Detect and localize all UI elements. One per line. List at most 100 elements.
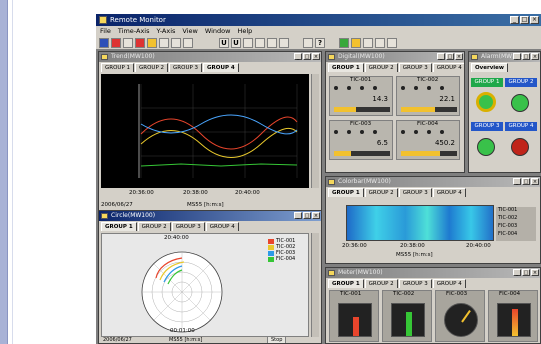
digital-tabs: GROUP 1 GROUP 2 GROUP 3 GROUP 4 — [326, 63, 464, 72]
meter-window[interactable]: Meter(MW100) _ □ × GROUP 1 GROUP 2 GROUP 3… — [325, 267, 541, 344]
tab-group-1[interactable]: GROUP 1 — [328, 279, 364, 288]
alarm-lamp-3[interactable] — [477, 138, 495, 156]
tab-group-1[interactable]: GROUP 1 — [101, 63, 135, 72]
tab-group-4[interactable]: GROUP 4 — [432, 188, 466, 197]
maximize-button[interactable]: □ — [522, 178, 530, 185]
toolbar-graph-icon[interactable] — [339, 37, 349, 48]
circle-window-title-bar[interactable]: Circle(MW100) _ □ × — [99, 211, 321, 221]
toolbar-monitor-icon[interactable] — [171, 37, 181, 48]
toolbar-table-icon[interactable] — [303, 37, 313, 48]
close-button[interactable]: × — [531, 178, 539, 185]
circle-window[interactable]: Circle(MW100) _ □ × GROUP 1 GROUP 2 GROUP … — [98, 210, 322, 344]
colorbar-legend: TIC-001 TIC-002 FIC-003 FIC-004 — [496, 207, 536, 241]
digital-window-title-bar[interactable]: Digital(MW100) _ □ × — [326, 52, 464, 62]
meter-window-title-bar[interactable]: Meter(MW100) _ □ × — [326, 268, 540, 278]
colorbar-legend-4: FIC-004 — [498, 231, 518, 237]
menu-file[interactable]: File — [100, 26, 111, 36]
tab-group-1[interactable]: GROUP 1 — [101, 222, 137, 231]
menu-time-axis[interactable]: Time-Axis — [118, 26, 150, 36]
minimize-button[interactable]: _ — [437, 53, 445, 60]
minimize-button[interactable]: _ — [510, 16, 519, 24]
toolbar-record-icon[interactable] — [111, 37, 121, 48]
toolbar-print-icon[interactable] — [159, 37, 169, 48]
minimize-button[interactable]: _ — [513, 53, 521, 60]
trend-line-green — [140, 163, 298, 167]
trend-window-title-bar[interactable]: Trend(MW100) _ □ × — [99, 52, 321, 62]
tab-group-2[interactable]: GROUP 2 — [364, 188, 398, 197]
tab-group-3[interactable]: GROUP 3 — [169, 63, 203, 72]
tab-group-2[interactable]: GROUP 2 — [137, 222, 171, 231]
menu-view[interactable]: View — [182, 26, 197, 36]
digital-bar — [401, 107, 457, 112]
tab-group-2[interactable]: GROUP 2 — [364, 279, 398, 288]
toolbar-alarm-icon[interactable] — [135, 37, 145, 48]
meter-window-title: Meter(MW100) — [338, 269, 383, 276]
colorbar-window[interactable]: Colorbar(MW100) _ □ × GROUP 1 GROUP 2 GROU… — [325, 176, 541, 264]
close-button[interactable]: × — [312, 212, 320, 219]
tab-group-2[interactable]: GROUP 2 — [364, 63, 398, 72]
circle-stop-button[interactable]: Stop — [267, 336, 287, 343]
tab-group-4[interactable]: GROUP 4 — [205, 222, 239, 231]
alarm-window-title-bar[interactable]: Alarm(MW100) _ □ × — [469, 52, 540, 62]
close-button[interactable]: × — [530, 16, 539, 24]
maximize-button[interactable]: □ — [446, 53, 454, 60]
tab-overview[interactable]: Overview — [471, 63, 508, 72]
digital-lamps — [334, 130, 390, 136]
alarm-lamp-4[interactable] — [511, 138, 529, 156]
menu-window[interactable]: Window — [205, 26, 231, 36]
toolbar-display-icon[interactable] — [183, 37, 193, 48]
minimize-button[interactable]: _ — [513, 178, 521, 185]
toolbar-pause-icon[interactable] — [123, 37, 133, 48]
toolbar-settings-icon[interactable] — [375, 37, 385, 48]
minimize-button[interactable]: _ — [294, 53, 302, 60]
maximize-button[interactable]: □ — [303, 53, 311, 60]
digital-window[interactable]: Digital(MW100) _ □ × GROUP 1 GROUP 2 GROUP… — [325, 51, 465, 173]
alarm-lamp-2[interactable] — [511, 94, 529, 112]
tab-group-3[interactable]: GROUP 3 — [171, 222, 205, 231]
minimize-button[interactable]: _ — [294, 212, 302, 219]
close-button[interactable]: × — [455, 53, 463, 60]
toolbar-open-icon[interactable] — [99, 37, 109, 48]
menu-help[interactable]: Help — [237, 26, 252, 36]
toolbar-u-button[interactable]: U — [219, 37, 229, 48]
toolbar-u2-button[interactable]: U — [231, 37, 241, 48]
tab-group-3[interactable]: GROUP 3 — [398, 63, 432, 72]
maximize-button[interactable]: □ — [522, 269, 530, 276]
maximize-button[interactable]: □ — [303, 212, 311, 219]
tab-group-4[interactable]: GROUP 4 — [203, 63, 239, 72]
alarm-lamp-1[interactable] — [476, 92, 496, 112]
trend-scrollbar[interactable] — [311, 74, 319, 188]
colorbar-window-title-bar[interactable]: Colorbar(MW100) _ □ × — [326, 177, 540, 187]
menu-y-axis[interactable]: Y-Axis — [157, 26, 176, 36]
tab-group-2[interactable]: GROUP 2 — [135, 63, 169, 72]
toolbar-chart-icon[interactable] — [351, 37, 361, 48]
meter-window-controls: _ □ × — [513, 269, 539, 276]
toolbar-bars-icon[interactable] — [255, 37, 265, 48]
tab-group-4[interactable]: GROUP 4 — [432, 279, 466, 288]
trend-window[interactable]: Trend(MW100) _ □ × GROUP 1 GROUP 2 GROUP 3… — [98, 51, 322, 213]
tab-group-1[interactable]: GROUP 1 — [328, 188, 364, 197]
close-button[interactable]: × — [312, 53, 320, 60]
maximize-button[interactable]: □ — [520, 16, 529, 24]
toolbar-info-icon[interactable] — [387, 37, 397, 48]
tab-group-1[interactable]: GROUP 1 — [328, 63, 364, 72]
maximize-button[interactable]: □ — [522, 53, 530, 60]
trend-date: 2006/06/27 — [101, 202, 133, 208]
toolbar-folder-icon[interactable] — [147, 37, 157, 48]
toolbar-separator-icon — [327, 38, 337, 48]
digital-tag: FIC-004 — [417, 121, 439, 127]
meter-dial — [444, 303, 478, 337]
toolbar-layout-icon[interactable] — [363, 37, 373, 48]
toolbar-grid-icon[interactable] — [243, 37, 253, 48]
close-button[interactable]: × — [531, 269, 539, 276]
tab-group-3[interactable]: GROUP 3 — [398, 279, 432, 288]
toolbar-help-button[interactable]: ? — [315, 37, 325, 48]
toolbar-cursor-icon[interactable] — [267, 37, 277, 48]
alarm-window[interactable]: Alarm(MW100) _ □ × Overview GROUP 1 GROUP … — [468, 51, 541, 173]
tab-group-3[interactable]: GROUP 3 — [398, 188, 432, 197]
close-button[interactable]: × — [531, 53, 539, 60]
circle-scrollbar[interactable] — [311, 233, 319, 337]
toolbar-select-icon[interactable] — [279, 37, 289, 48]
minimize-button[interactable]: _ — [513, 269, 521, 276]
tab-group-4[interactable]: GROUP 4 — [432, 63, 464, 72]
